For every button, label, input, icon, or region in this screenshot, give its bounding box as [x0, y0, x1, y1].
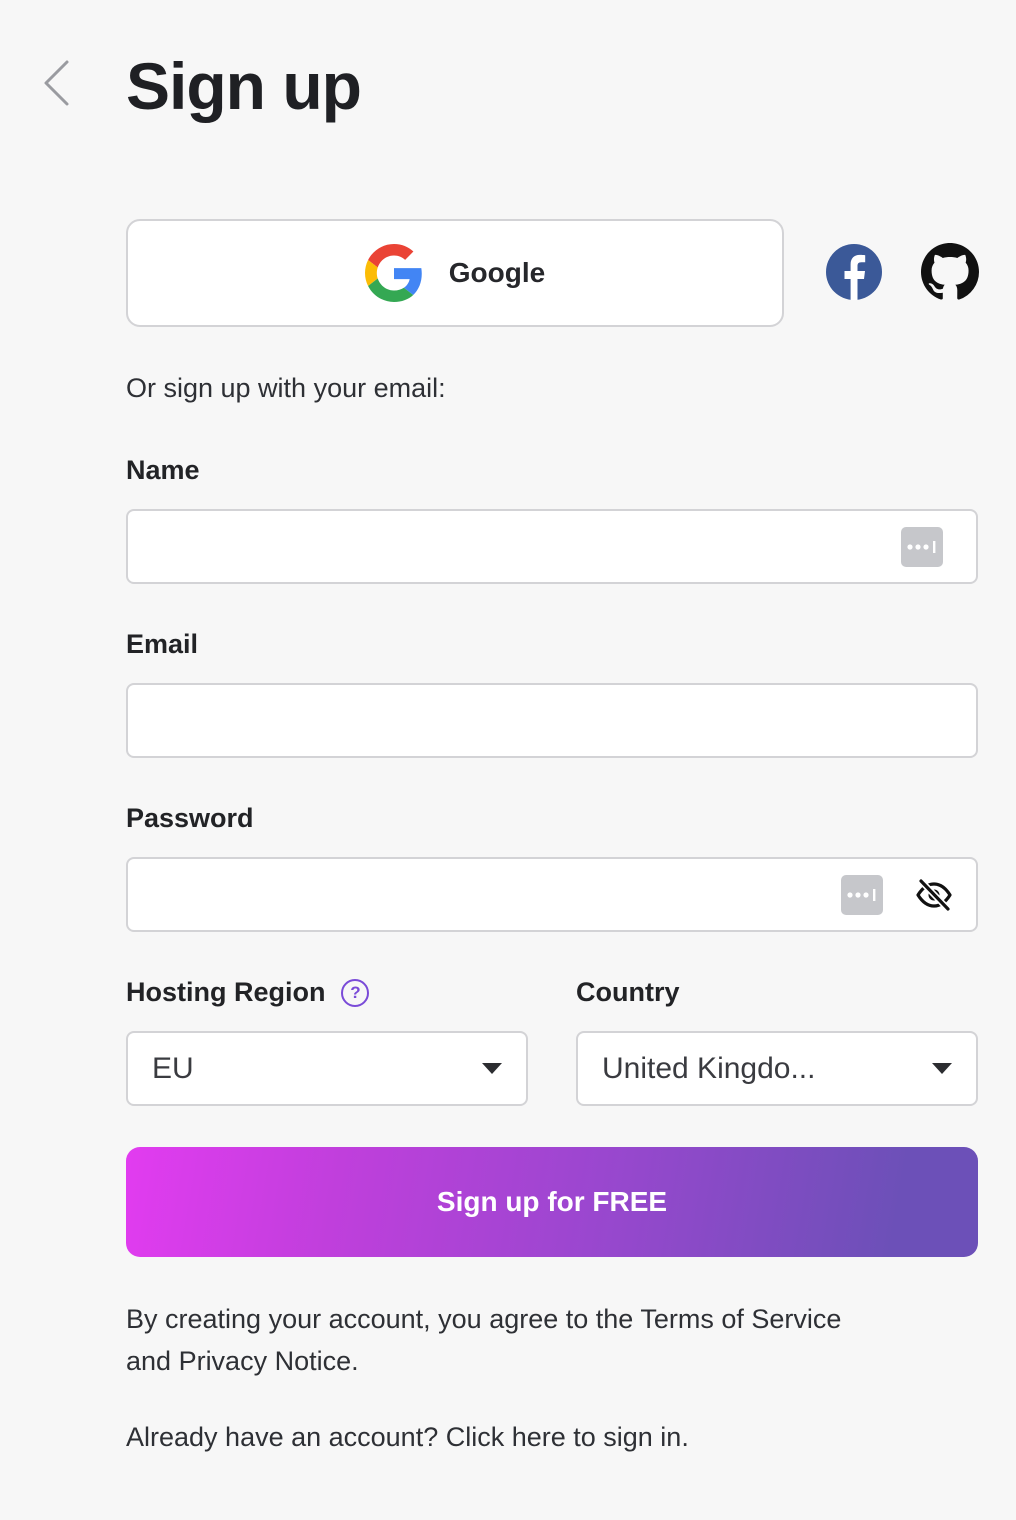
password-manager-dots-icon: [907, 541, 936, 553]
country-value: United Kingdo...: [602, 1051, 816, 1085]
password-label: Password: [126, 803, 254, 834]
back-button[interactable]: [36, 58, 76, 108]
signin-prompt: Already have an account? Click here to s…: [126, 1422, 689, 1453]
back-chevron-icon: [44, 60, 69, 106]
terms-of-service-link[interactable]: Terms of Service: [640, 1304, 841, 1334]
email-input[interactable]: [126, 683, 978, 758]
password-label-text: Password: [126, 803, 254, 833]
help-icon[interactable]: ?: [341, 978, 370, 1007]
page-title: Sign up: [126, 49, 362, 123]
hosting-region-select[interactable]: EU: [126, 1031, 528, 1106]
signin-prefix: Already have an account?: [126, 1422, 446, 1452]
country-label-text: Country: [576, 977, 680, 1007]
name-label: Name: [126, 455, 200, 486]
github-signup-button[interactable]: [921, 243, 979, 301]
name-input[interactable]: [126, 509, 978, 584]
toggle-password-visibility-button[interactable]: [914, 875, 954, 915]
facebook-signup-button[interactable]: [825, 243, 883, 301]
country-select[interactable]: United Kingdo...: [576, 1031, 978, 1106]
password-manager-icon[interactable]: [901, 527, 943, 567]
email-label: Email: [126, 629, 198, 660]
google-icon: [364, 244, 422, 302]
google-signup-button[interactable]: Google: [126, 219, 784, 327]
privacy-notice-link[interactable]: Privacy Notice: [179, 1346, 352, 1376]
password-manager-dots-icon: [847, 889, 876, 901]
email-label-text: Email: [126, 629, 199, 659]
hosting-region-label: Hosting Region ?: [126, 977, 370, 1008]
signup-submit-button[interactable]: Sign up for FREE: [126, 1147, 978, 1257]
terms-suffix: .: [351, 1346, 359, 1376]
hosting-region-label-text: Hosting Region: [126, 977, 326, 1007]
github-icon: [921, 243, 979, 300]
eye-slash-icon: [916, 877, 952, 913]
terms-and: and: [126, 1346, 179, 1376]
facebook-icon: [826, 244, 882, 300]
hosting-region-value: EU: [152, 1051, 194, 1085]
name-label-text: Name: [126, 455, 200, 485]
terms-notice: By creating your account, you agree to t…: [126, 1298, 846, 1382]
dropdown-caret-icon: [932, 1063, 952, 1074]
signin-link[interactable]: Click here to sign in.: [446, 1422, 689, 1452]
country-label: Country: [576, 977, 680, 1008]
terms-prefix: By creating your account, you agree to t…: [126, 1304, 641, 1334]
google-button-label: Google: [448, 257, 546, 288]
dropdown-caret-icon: [482, 1063, 502, 1074]
password-manager-icon[interactable]: [841, 875, 883, 915]
email-signup-prompt: Or sign up with your email:: [126, 373, 446, 403]
